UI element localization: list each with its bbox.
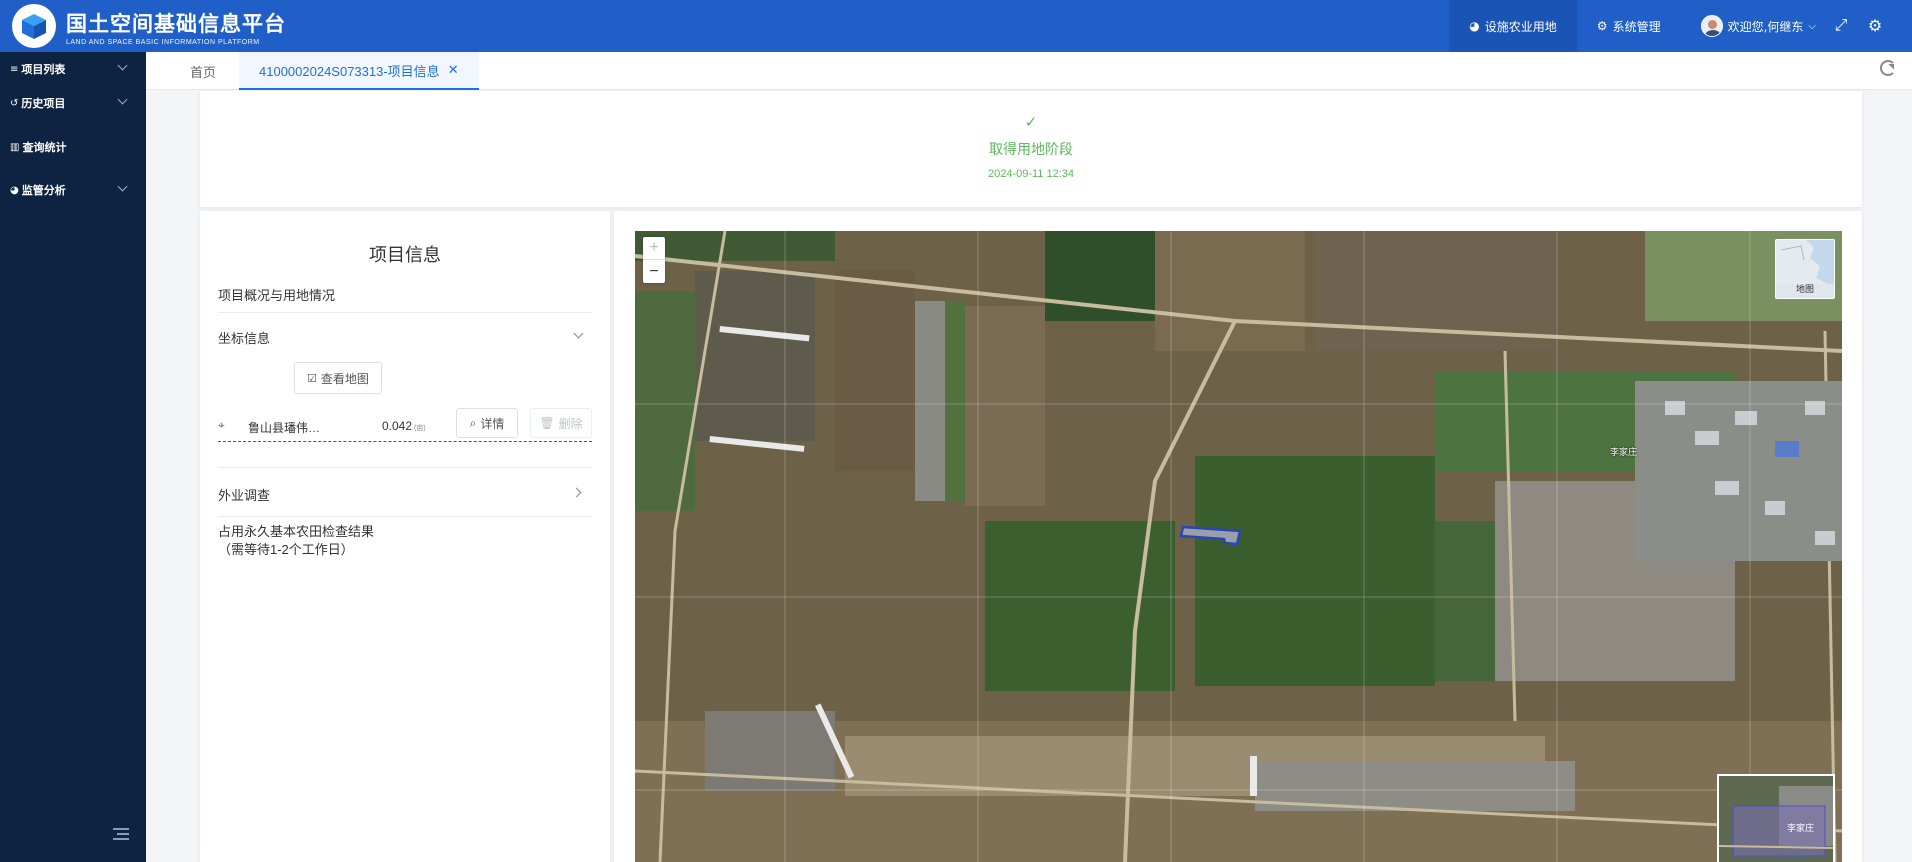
- section-label: 项目概况与用地情况: [218, 288, 336, 303]
- sidebar-item-label: 监管分析: [21, 184, 66, 197]
- stage-label: 取得用地阶段: [989, 141, 1073, 157]
- history-icon: ↺: [10, 97, 19, 109]
- delete-button[interactable]: 🗑 删除: [530, 408, 592, 438]
- chevron-down-icon: [117, 94, 128, 105]
- zoom-in-button[interactable]: +: [643, 237, 665, 260]
- area-value: 0.042: [382, 419, 413, 433]
- button-label: 删除: [558, 416, 583, 431]
- sidebar-item-label: 历史项目: [21, 97, 66, 110]
- location-pin-icon: ⌖: [218, 418, 225, 432]
- overview-section[interactable]: 项目概况与用地情况: [218, 285, 592, 304]
- platform-name: 国土空间基础信息平台 LAND AND SPACE BASIC INFORMAT…: [66, 8, 286, 46]
- sidebar-item-label: 查询统计: [22, 141, 67, 154]
- zoom-out-button[interactable]: −: [643, 260, 665, 283]
- sidebar: ≡ 项目列表 ↺ 历史项目 ▥ 查询统计 ◕ 监管分析: [0, 52, 146, 862]
- chevron-right-icon: [571, 487, 582, 498]
- map-panel: 李家庄 + − 地图 李家庄: [614, 211, 1862, 862]
- project-info-panel: 项目信息 项目概况与用地情况 坐标信息 ☑ 查看地图 ⌖ 鲁山县璠伟… 0.04…: [200, 211, 610, 862]
- nav-label: 系统管理: [1612, 19, 1661, 34]
- button-label: 查看地图: [320, 371, 369, 386]
- nav-system-management[interactable]: ⚙ 系统管理: [1577, 0, 1681, 52]
- panel-title: 项目信息: [369, 245, 441, 265]
- tab-home[interactable]: 首页: [190, 52, 216, 90]
- chevron-down-icon: [117, 60, 128, 71]
- button-label: 详情: [480, 416, 505, 431]
- tab-label: 4100002024S073313-项目信息: [259, 63, 440, 79]
- chart-icon: ▥: [10, 141, 20, 153]
- header-nav: ◕ 设施农业用地 ⚙ 系统管理 欢迎您,何继东 ⌵ ⤢ ⚙: [1449, 0, 1912, 52]
- platform-subtitle: LAND AND SPACE BASIC INFORMATION PLATFOR…: [66, 39, 260, 46]
- user-greeting: 欢迎您,何继东: [1727, 19, 1804, 34]
- nav-facility-agri-land[interactable]: ◕ 设施农业用地: [1449, 0, 1577, 52]
- tab-project-info[interactable]: 4100002024S073313-项目信息 ✕: [239, 52, 479, 90]
- map-check-icon: ☑: [307, 372, 317, 385]
- fullscreen-icon[interactable]: ⤢: [1824, 0, 1858, 52]
- divider: [218, 467, 592, 468]
- top-header: 国土空间基础信息平台 LAND AND SPACE BASIC INFORMAT…: [0, 0, 1912, 52]
- tab-bar: 首页 4100002024S073313-项目信息 ✕: [146, 52, 1912, 90]
- chevron-down-icon: [117, 181, 128, 192]
- settings-icon[interactable]: ⚙: [1858, 0, 1892, 52]
- check-icon: ✓: [1024, 114, 1038, 131]
- result-label: 占用永久基本农田检查结果: [218, 524, 375, 539]
- overview-label: 李家庄: [1787, 823, 1815, 833]
- collapse-menu-icon[interactable]: [113, 828, 129, 840]
- search-icon: ⌕: [469, 415, 477, 430]
- detail-button[interactable]: ⌕ 详情: [456, 408, 518, 438]
- overview-thumbnail: [1719, 776, 1833, 862]
- divider: [218, 312, 592, 313]
- sidebar-item-query-stats[interactable]: ▥ 查询统计: [0, 132, 146, 162]
- section-label: 外业调查: [218, 488, 271, 503]
- nav-label: 设施农业用地: [1484, 19, 1557, 34]
- user-menu[interactable]: 欢迎您,何继东 ⌵: [1681, 0, 1824, 52]
- sidebar-item-history[interactable]: ↺ 历史项目: [0, 88, 146, 118]
- satellite-imagery: [635, 231, 1842, 862]
- field-survey-section[interactable]: 外业调查: [218, 485, 592, 504]
- sidebar-item-project-list[interactable]: ≡ 项目列表: [0, 54, 146, 84]
- overview-map[interactable]: 李家庄: [1717, 774, 1835, 862]
- coord-area-value: 0.042 (亩): [382, 419, 426, 433]
- coord-section-header[interactable]: 坐标信息: [218, 328, 592, 347]
- map-thumbnail-icon: [1776, 240, 1834, 284]
- settings-group-icon: ⚙: [1596, 19, 1608, 33]
- stage-card: ✓ 取得用地阶段 2024-09-11 12:34: [200, 91, 1862, 207]
- farmland-check-result: 占用永久基本农田检查结果 （需等待1-2个工作日）: [218, 523, 592, 559]
- platform-title: 国土空间基础信息平台: [66, 12, 286, 36]
- sidebar-item-label: 项目列表: [21, 63, 66, 76]
- refresh-icon[interactable]: [1880, 60, 1896, 76]
- result-note: （需等待1-2个工作日）: [218, 542, 354, 557]
- tab-label: 首页: [190, 64, 217, 80]
- avatar: [1700, 15, 1723, 37]
- section-label: 坐标信息: [218, 331, 271, 346]
- sidebar-item-supervision[interactable]: ◕ 监管分析: [0, 175, 146, 205]
- trash-icon: 🗑: [539, 416, 555, 430]
- coord-name: 鲁山县璠伟…: [248, 421, 321, 435]
- list-icon: ≡: [10, 63, 19, 75]
- zoom-control: + −: [643, 237, 665, 283]
- village-label: 李家庄: [1610, 447, 1638, 457]
- view-map-button[interactable]: ☑ 查看地图: [294, 362, 382, 394]
- pie-icon: ◕: [10, 184, 19, 196]
- chevron-down-icon: ⌵: [1808, 20, 1816, 32]
- chevron-down-icon: [573, 328, 584, 339]
- divider: [218, 516, 592, 517]
- coord-item: ⌖ 鲁山县璠伟… 0.042 (亩) ⌕ 详情 🗑 删除: [218, 408, 592, 442]
- layer-label: 地图: [1795, 284, 1814, 294]
- close-icon[interactable]: ✕: [448, 62, 459, 78]
- cube-logo-icon: [22, 14, 46, 39]
- platform-logo: [12, 4, 56, 48]
- stage-time: 2024-09-11 12:34: [987, 168, 1075, 180]
- area-unit: (亩): [414, 425, 426, 432]
- satellite-map[interactable]: 李家庄 + − 地图 李家庄: [635, 231, 1842, 862]
- basemap-switch-button[interactable]: 地图: [1775, 239, 1835, 299]
- pie-icon: ◕: [1469, 19, 1480, 33]
